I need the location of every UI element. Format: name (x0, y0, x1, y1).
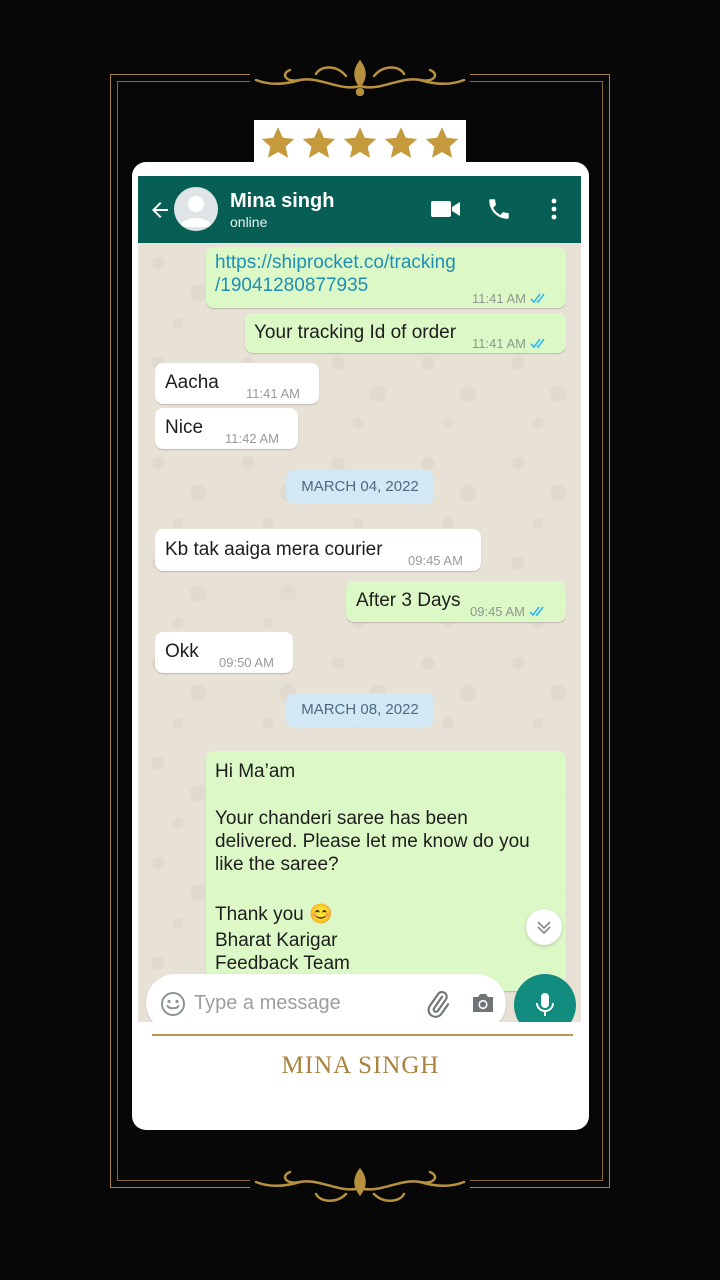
message-text-line: Feedback Team (215, 953, 350, 974)
camera-icon[interactable] (470, 991, 496, 1015)
message-time: 11:41 AM (472, 336, 526, 351)
voice-call-icon[interactable] (486, 196, 512, 222)
video-call-icon[interactable] (430, 198, 462, 220)
scroll-down-button[interactable] (526, 909, 562, 945)
message-text-line: Your chanderi saree has been (215, 808, 468, 829)
message-time: 09:50 AM (219, 655, 274, 670)
chat-screenshot: Mina singh online https://shiprocket.co/… (138, 176, 581, 1022)
rating-stars (254, 120, 466, 166)
message-outgoing[interactable]: After 3 Days 09:45 AM (346, 581, 566, 622)
message-text: Kb tak aaiga mera courier (165, 539, 383, 560)
star-icon (425, 127, 458, 158)
testimonial-card: Mina singh online https://shiprocket.co/… (132, 162, 589, 1130)
message-incoming[interactable]: Aacha 11:41 AM (155, 363, 319, 404)
star-icon (384, 127, 417, 158)
message-time: 09:45 AM (408, 553, 463, 568)
tracking-link[interactable]: https://shiprocket.co/tracking (215, 251, 456, 274)
message-input[interactable] (194, 988, 414, 1018)
message-composer (146, 974, 506, 1022)
read-ticks-icon (530, 338, 545, 349)
emoji-icon[interactable] (160, 991, 186, 1017)
gold-divider (152, 1034, 573, 1036)
date-separator: MARCH 04, 2022 (286, 470, 434, 504)
star-icon (343, 127, 377, 158)
message-time: 11:41 AM (246, 386, 300, 401)
message-text-line: Bharat Karigar (215, 930, 338, 951)
top-ornament-icon (250, 56, 470, 100)
mic-icon (536, 993, 554, 1016)
message-outgoing[interactable]: Your tracking Id of order 11:41 AM (245, 313, 566, 353)
chevrons-down-icon (537, 921, 551, 935)
more-vert-icon[interactable] (542, 196, 566, 222)
message-time: 09:45 AM (470, 604, 525, 619)
message-text-line: Hi Ma’am (215, 761, 296, 782)
message-text: Aacha (165, 372, 219, 393)
message-incoming[interactable]: Nice 11:42 AM (155, 408, 298, 449)
tracking-link-cont[interactable]: /19041280877935 (215, 274, 368, 297)
avatar[interactable] (174, 187, 218, 231)
mic-button[interactable] (514, 974, 576, 1022)
message-outgoing[interactable]: Hi Ma’am Your chanderi saree has been de… (206, 751, 566, 991)
customer-signature: MINA SINGH (281, 1052, 440, 1079)
message-incoming[interactable]: Kb tak aaiga mera courier 09:45 AM (155, 529, 481, 571)
star-icon (302, 127, 336, 158)
message-text: Okk (165, 641, 199, 662)
read-ticks-icon (530, 293, 545, 304)
message-time: 11:42 AM (225, 431, 279, 446)
attach-icon[interactable] (424, 990, 452, 1018)
read-ticks-icon (529, 606, 544, 617)
message-time: 11:41 AM (472, 291, 526, 306)
message-outgoing[interactable]: https://shiprocket.co/tracking /19041280… (206, 247, 566, 308)
message-text: Your tracking Id of order (254, 322, 457, 343)
default-avatar-icon (180, 196, 212, 227)
message-text: Nice (165, 417, 204, 438)
message-text-line: Thank you 😊 (215, 904, 333, 925)
chat-header: Mina singh online (138, 176, 581, 243)
message-text: After 3 Days (356, 590, 461, 611)
date-separator: MARCH 08, 2022 (286, 693, 434, 727)
back-arrow-icon[interactable] (148, 198, 172, 222)
message-text-line: like the saree? (215, 854, 339, 875)
contact-status: online (230, 214, 268, 230)
star-icon (262, 127, 295, 158)
message-text-line: delivered. Please let me know do you (215, 831, 530, 852)
bottom-ornament-icon (250, 1164, 470, 1208)
contact-name[interactable]: Mina singh (230, 190, 334, 213)
message-incoming[interactable]: Okk 09:50 AM (155, 632, 293, 673)
